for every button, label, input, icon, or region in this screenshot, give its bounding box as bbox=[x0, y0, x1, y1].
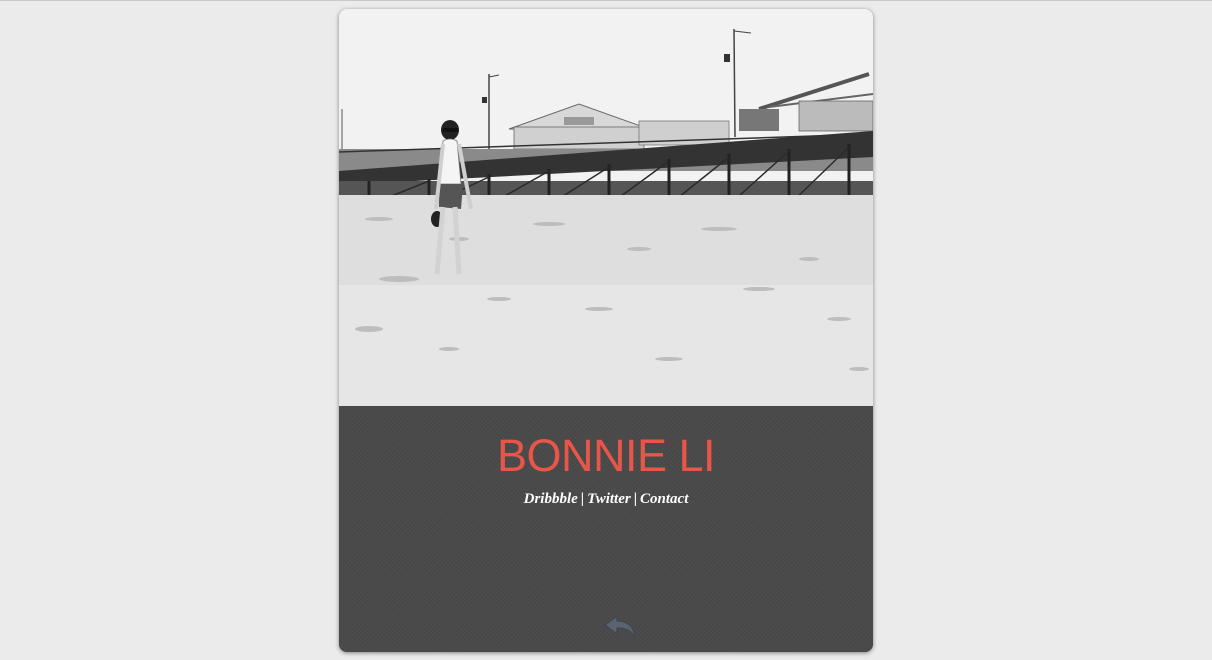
twitter-link[interactable]: Twitter bbox=[587, 491, 631, 507]
contact-link[interactable]: Contact bbox=[640, 491, 688, 507]
link-separator: | bbox=[633, 491, 638, 507]
window-top-border bbox=[0, 0, 1212, 1]
social-links: Dribbble | Twitter | Contact bbox=[339, 491, 873, 508]
profile-card: BONNIE LI Dribbble | Twitter | Contact bbox=[339, 9, 873, 652]
back-arrow-icon bbox=[604, 615, 636, 638]
profile-photo bbox=[339, 9, 873, 406]
dribbble-link[interactable]: Dribbble bbox=[524, 491, 578, 507]
link-separator: | bbox=[580, 491, 585, 507]
profile-panel: BONNIE LI Dribbble | Twitter | Contact bbox=[339, 406, 873, 652]
back-button[interactable] bbox=[603, 612, 639, 640]
profile-name: BONNIE LI bbox=[496, 430, 716, 481]
